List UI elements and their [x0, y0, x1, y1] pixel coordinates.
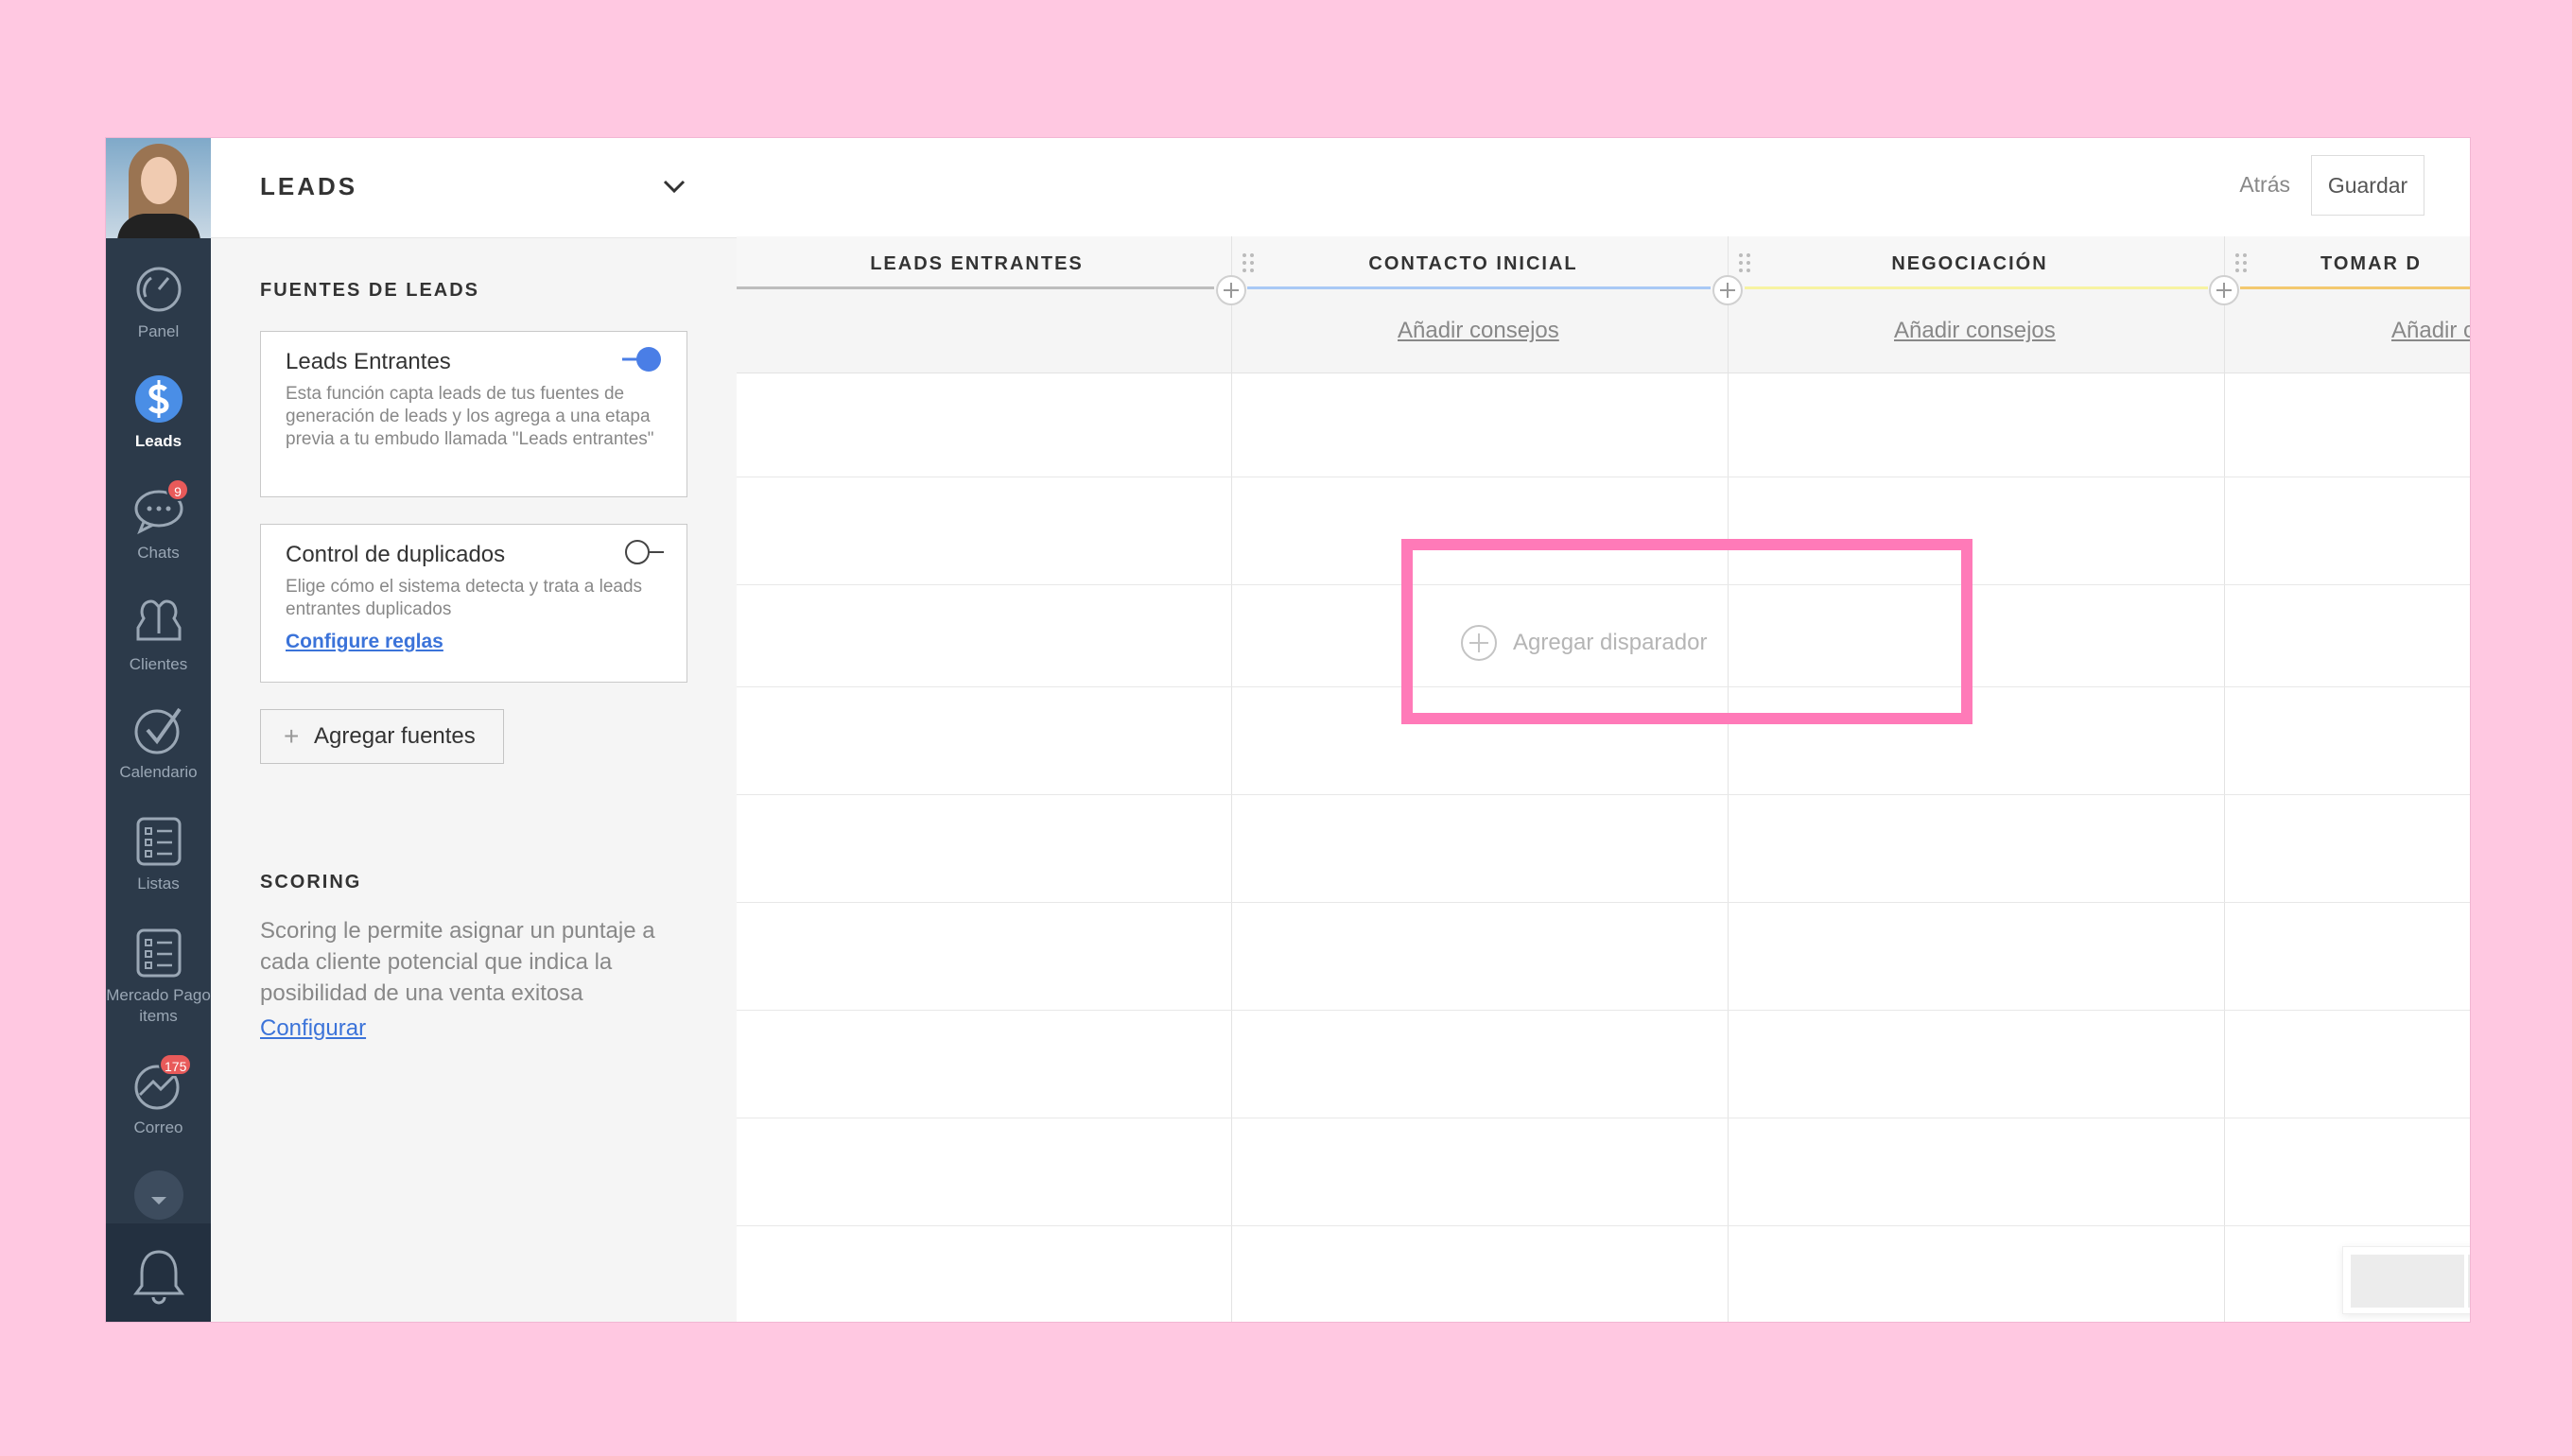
- back-button[interactable]: Atrás: [2239, 172, 2290, 198]
- pipeline-editor: Atrás Guardar LEADS ENTRANTES CONTACTO I…: [737, 138, 2470, 1322]
- nav-item-chats[interactable]: Chats 9: [106, 478, 211, 563]
- card-description: Esta función capta leads de tus fuentes …: [286, 384, 654, 449]
- highlight-box: [1401, 539, 1972, 724]
- add-tips-link[interactable]: Añadir c: [2391, 318, 2470, 344]
- avatar[interactable]: [106, 138, 211, 238]
- nav-label: Leads: [134, 432, 182, 450]
- column-name-contacto-inicial[interactable]: CONTACTO INICIAL: [1233, 253, 1713, 275]
- drag-handle-icon[interactable]: [1738, 251, 1751, 274]
- nav-item-correo[interactable]: Correo 175: [106, 1053, 211, 1138]
- card-title: Control de duplicados: [286, 542, 506, 567]
- nav-item-calendario[interactable]: Calendario: [106, 703, 211, 783]
- chevron-down-icon[interactable]: [661, 176, 687, 199]
- scoring-heading: SCORING: [260, 872, 362, 893]
- people-icon: [136, 599, 181, 641]
- column-divider: [2224, 236, 2225, 1322]
- speedometer-icon: [136, 267, 181, 312]
- panel-title: LEADS: [260, 172, 358, 200]
- top-bar: Atrás Guardar: [737, 138, 2470, 237]
- nav-label: Chats: [137, 544, 180, 562]
- add-tips-link[interactable]: Añadir consejos: [1398, 318, 1559, 344]
- drag-handle-icon[interactable]: [2234, 251, 2248, 274]
- column-name-negociacion[interactable]: NEGOCIACIÓN: [1729, 253, 2210, 275]
- nav-item-leads[interactable]: Leads: [106, 373, 211, 452]
- configure-scoring-link[interactable]: Configurar: [260, 1015, 366, 1042]
- correo-badge: 175: [159, 1053, 193, 1076]
- scoring-description: Scoring le permite asignar un puntaje a …: [260, 918, 655, 1006]
- configure-rules-link[interactable]: Configure reglas: [286, 631, 443, 653]
- row-divider: [737, 902, 2470, 903]
- card-title: Leads Entrantes: [286, 349, 451, 374]
- duplicates-card: Control de duplicados Elige cómo el sist…: [260, 524, 687, 683]
- more-icon[interactable]: [132, 1169, 185, 1222]
- nav-label: Correo: [133, 1118, 183, 1136]
- left-nav: Panel Leads Chats 9 Clientes Calendario …: [106, 138, 211, 1322]
- add-tips-link[interactable]: Añadir consejos: [1894, 318, 2056, 344]
- drag-handle-icon[interactable]: [1242, 251, 1255, 274]
- column-divider: [1231, 236, 1232, 1322]
- card-description: Elige cómo el sistema detecta y trata a …: [286, 577, 643, 619]
- nav-label: Mercado Pago items: [106, 986, 211, 1025]
- save-button[interactable]: Guardar: [2311, 155, 2424, 216]
- row-divider: [737, 1225, 2470, 1226]
- row-divider: [737, 794, 2470, 795]
- column-divider: [1728, 236, 1729, 1322]
- leads-settings-panel: LEADS FUENTES DE LEADS Leads Entrantes E…: [211, 138, 738, 1322]
- panel-header: LEADS: [211, 138, 737, 238]
- nav-item-listas[interactable]: Listas: [106, 815, 211, 894]
- add-stage-plus-icon[interactable]: [2208, 274, 2240, 306]
- column-name-leads-entrantes: LEADS ENTRANTES: [870, 253, 1084, 274]
- nav-item-panel[interactable]: Panel: [106, 263, 211, 342]
- add-stage-plus-icon[interactable]: [1215, 274, 1247, 306]
- nav-label: Calendario: [119, 763, 198, 781]
- column-name-tomar-decision[interactable]: TOMAR D: [2226, 253, 2470, 275]
- incoming-leads-toggle[interactable]: [622, 345, 664, 373]
- bell-icon[interactable]: [132, 1246, 185, 1305]
- nav-label: Listas: [137, 875, 180, 893]
- add-stage-plus-icon[interactable]: [1712, 274, 1744, 306]
- nav-item-mercado-pago[interactable]: Mercado Pago items: [106, 927, 211, 1027]
- chats-badge: 9: [166, 478, 189, 501]
- plus-icon: +: [284, 721, 300, 751]
- duplicates-toggle[interactable]: [622, 538, 664, 566]
- nav-label: Panel: [137, 322, 180, 340]
- mini-widget[interactable]: [2342, 1246, 2470, 1314]
- list-icon: [136, 928, 181, 978]
- dollar-icon: [134, 375, 182, 423]
- app-window: Panel Leads Chats 9 Clientes Calendario …: [106, 138, 2470, 1322]
- incoming-leads-card: Leads Entrantes Esta función capta leads…: [260, 331, 687, 497]
- add-sources-button[interactable]: + Agregar fuentes: [260, 709, 504, 764]
- row-divider: [737, 1010, 2470, 1011]
- add-sources-label: Agregar fuentes: [314, 723, 476, 749]
- nav-item-clientes[interactable]: Clientes: [106, 596, 211, 675]
- sources-heading: FUENTES DE LEADS: [260, 280, 480, 301]
- nav-label: Clientes: [129, 655, 188, 673]
- nav-bottom: [106, 1223, 211, 1322]
- list-icon: [136, 817, 181, 866]
- checkmark-icon: [134, 707, 182, 754]
